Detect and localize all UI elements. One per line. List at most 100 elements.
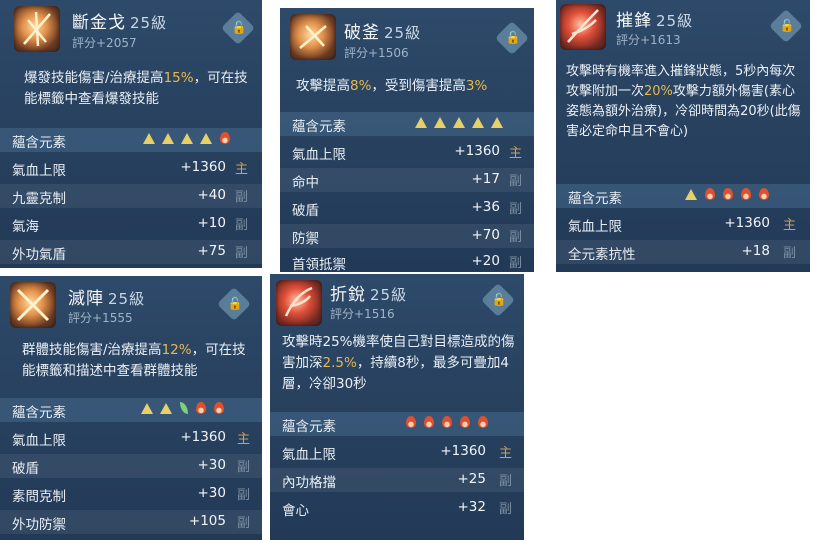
- flame-blade-emblem-icon: [276, 280, 322, 326]
- stat-value: +70: [471, 227, 501, 243]
- stat-label: 氣血上限: [12, 163, 66, 179]
- triangle-element-icon: [491, 117, 503, 128]
- stat-label: 破盾: [292, 203, 319, 219]
- stat-label: 防禦: [292, 231, 319, 247]
- stat-value: +30: [197, 457, 227, 473]
- sub-stat-icon: 副: [782, 246, 796, 261]
- stat-row: 氣血上限 +1360 主: [556, 212, 810, 236]
- card-duanjinge[interactable]: 斷金戈 25級 評分+2057 🔓 爆發技能傷害/治療提高15%，可在技能標籤中查…: [0, 0, 262, 268]
- element-row: 蘊含元素: [270, 412, 524, 436]
- card-score: 評分+2057: [72, 36, 137, 50]
- stat-value: +32: [457, 499, 487, 515]
- lock-icon[interactable]: 🔓: [217, 287, 251, 321]
- stat-row: 會心 +32 副: [270, 496, 524, 520]
- stat-value: +25: [457, 471, 487, 487]
- card-title: 斷金戈: [72, 13, 126, 33]
- lock-icon[interactable]: 🔓: [221, 11, 255, 45]
- stat-row: 破盾 +30 副: [0, 454, 262, 478]
- triangle-element-icon: [160, 403, 172, 414]
- triangle-element-icon: [453, 117, 465, 128]
- stat-value: +10: [197, 215, 227, 231]
- triangle-element-icon: [434, 117, 446, 128]
- sub-stat-icon: 副: [236, 516, 250, 531]
- crossed-swords-emblem-icon: [10, 282, 56, 328]
- card-pofu[interactable]: 破釜 25級 評分+1506 🔓 攻擊提高8%，受到傷害提高3% 蘊含元素 氣血上…: [280, 8, 534, 272]
- stat-row: 外功氣盾 +75 副: [0, 240, 262, 264]
- triangle-element-icon: [143, 133, 155, 144]
- stat-label: 內功格擋: [282, 475, 336, 491]
- flame-element-icon: [196, 402, 206, 414]
- stat-row: 氣血上限 +1360 主: [0, 156, 262, 180]
- sub-stat-icon: 副: [508, 174, 522, 189]
- card-description: 攻擊時有機率進入摧鋒狀態，5秒內每次攻擊附加一次20%攻擊力額外傷害(素心姿態為…: [566, 64, 801, 139]
- stat-row: 防禦 +70 副: [280, 224, 534, 248]
- card-miezhen[interactable]: 滅陣 25級 評分+1555 🔓 群體技能傷害/治療提高12%，可在技能標籤和描述…: [0, 276, 262, 540]
- element-label: 蘊含元素: [292, 119, 346, 135]
- flame-element-icon: [460, 416, 470, 428]
- stat-row: 素問克制 +30 副: [0, 482, 262, 506]
- stat-value: +1360: [180, 429, 226, 445]
- sub-stat-icon: 副: [234, 246, 248, 261]
- flame-element-icon: [759, 188, 769, 200]
- stat-row: 氣血上限 +1360 主: [0, 426, 262, 450]
- element-label: 蘊含元素: [568, 191, 622, 207]
- stat-value: +17: [471, 171, 501, 187]
- card-title: 摧鋒: [616, 11, 652, 31]
- triangle-element-icon: [181, 133, 193, 144]
- card-level: 25級: [130, 14, 168, 32]
- stat-label: 外功防禦: [12, 517, 66, 533]
- stat-label: 氣血上限: [12, 433, 66, 449]
- main-stat-icon: 主: [498, 446, 512, 461]
- card-zherui[interactable]: 折銳 25級 評分+1516 🔓 攻擊時25%機率使自己對目標造成的傷害加深2.5…: [270, 274, 524, 540]
- sub-stat-icon: 副: [234, 218, 248, 233]
- flame-element-icon: [478, 416, 488, 428]
- card-title: 滅陣: [68, 289, 104, 309]
- stat-label: 全元素抗性: [568, 247, 636, 263]
- stat-label: 氣血上限: [292, 147, 346, 163]
- stat-value: +75: [197, 243, 227, 259]
- stat-label: 氣血上限: [282, 447, 336, 463]
- lock-icon[interactable]: 🔓: [481, 283, 515, 317]
- stat-label: 氣血上限: [568, 219, 622, 235]
- triangle-element-icon: [415, 117, 427, 128]
- card-score: 評分+1506: [344, 46, 409, 60]
- main-stat-icon: 主: [236, 432, 250, 447]
- triangle-element-icon: [141, 403, 153, 414]
- stat-value: +105: [188, 513, 226, 529]
- stat-value: +1360: [454, 143, 500, 159]
- stat-label: 破盾: [12, 461, 39, 477]
- stat-row: 氣血上限 +1360 主: [270, 440, 524, 464]
- triangle-element-icon: [472, 117, 484, 128]
- stat-row: 內功格擋 +25 副: [270, 468, 524, 492]
- lock-icon[interactable]: 🔓: [769, 9, 803, 43]
- triangle-element-icon: [162, 133, 174, 144]
- sub-stat-icon: 副: [236, 460, 250, 475]
- flame-element-icon: [705, 188, 715, 200]
- stat-value: +18: [741, 243, 771, 259]
- card-description: 爆發技能傷害/治療提高15%，可在技能標籤中查看爆發技能: [24, 70, 248, 107]
- sub-stat-icon: 副: [236, 488, 250, 503]
- flame-element-icon: [214, 402, 224, 414]
- card-score: 評分+1516: [330, 307, 395, 321]
- stat-label: 會心: [282, 503, 309, 519]
- element-row: 蘊含元素: [556, 184, 810, 208]
- stat-row: 九靈克制 +40 副: [0, 184, 262, 208]
- triangle-element-icon: [200, 133, 212, 144]
- flame-element-icon: [424, 416, 434, 428]
- card-score: 評分+1555: [68, 311, 133, 325]
- stat-label: 素問克制: [12, 489, 66, 505]
- lock-icon[interactable]: 🔓: [495, 21, 529, 55]
- card-level: 25級: [656, 12, 694, 30]
- main-stat-icon: 主: [782, 218, 796, 233]
- card-description: 攻擊提高8%，受到傷害提高3%: [296, 78, 488, 94]
- flame-element-icon: [220, 132, 230, 144]
- card-cuifeng[interactable]: 摧鋒 25級 評分+1613 🔓 攻擊時有機率進入摧鋒狀態，5秒內每次攻擊附加一次…: [556, 0, 810, 272]
- sub-stat-icon: 副: [508, 256, 522, 271]
- stat-row: 氣海 +10 副: [0, 212, 262, 236]
- card-level: 25級: [108, 290, 146, 308]
- stat-label: 命中: [292, 175, 319, 191]
- stat-row: 首領抵禦 +20 副: [280, 250, 534, 272]
- stat-label: 外功氣盾: [12, 247, 66, 263]
- card-title: 破釜: [344, 23, 380, 43]
- card-score: 評分+1613: [616, 33, 681, 47]
